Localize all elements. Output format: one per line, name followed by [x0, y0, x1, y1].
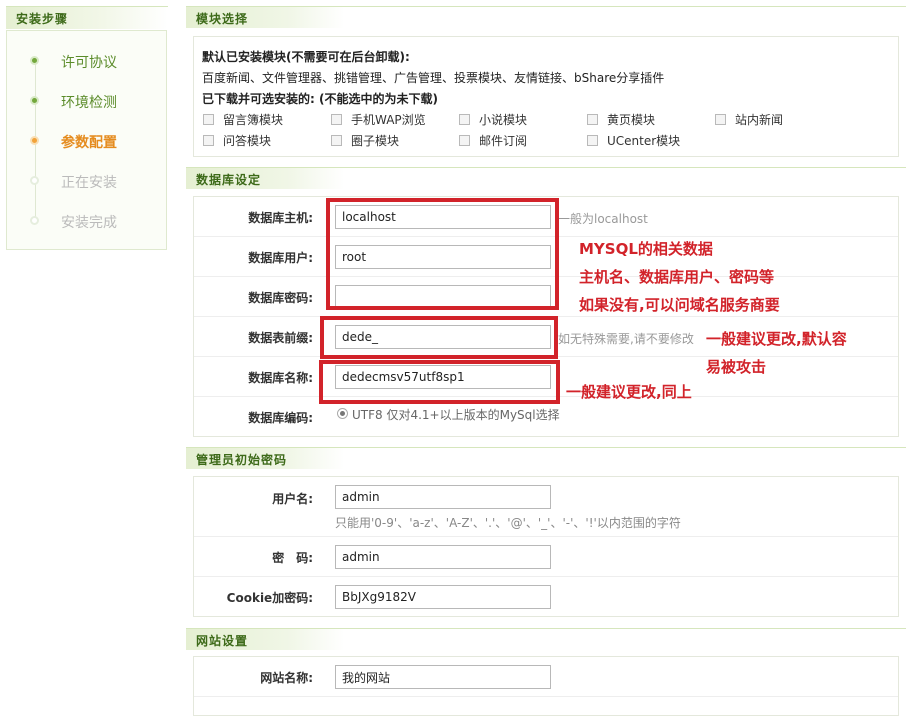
utf8-radio-label: UTF8 仅对4.1+以上版本的MySql选择: [352, 408, 560, 422]
annotation-mysql-line3: 如果没有,可以问域名服务商要: [579, 296, 780, 314]
step-done-icon: [30, 96, 39, 105]
site-name-label: 网站名称:: [260, 671, 313, 685]
admin-password-row: 密 码:: [194, 537, 898, 577]
steps-title: 安装步骤: [16, 12, 69, 26]
annotation-box-prefix: [320, 316, 558, 359]
step-current-icon: [30, 136, 39, 145]
site-name-input[interactable]: [335, 665, 551, 689]
db-host-hint: 一般为localhost: [558, 212, 648, 226]
installed-heading: 默认已安装模块(不需要可在后台卸载):: [202, 50, 410, 64]
annotation-prefix-line2: 易被攻击: [706, 358, 767, 376]
section-header-database: 数据库设定: [186, 167, 906, 189]
admin-username-hint: 只能用'0-9'、'a-z'、'A-Z'、'.'、'@'、'_'、'-'、'!'…: [335, 516, 681, 530]
steps-header: 安装步骤: [6, 6, 168, 29]
db-password-label: 数据库密码:: [248, 291, 313, 305]
site-name-row: 网站名称:: [194, 657, 898, 697]
db-host-label: 数据库主机:: [248, 211, 313, 225]
cookie-key-row: Cookie加密码:: [194, 577, 898, 617]
section-header-modules: 模块选择: [186, 6, 906, 28]
db-charset-label: 数据库编码:: [248, 411, 313, 425]
db-user-label: 数据库用户:: [248, 251, 313, 265]
modules-panel: 默认已安装模块(不需要可在后台卸载): 百度新闻、文件管理器、挑错管理、广告管理…: [193, 36, 899, 157]
section-title: 网站设置: [196, 634, 249, 648]
step-license: 许可协议: [7, 51, 167, 71]
cookie-key-input[interactable]: [335, 585, 551, 609]
admin-password-input[interactable]: [335, 545, 551, 569]
annotation-mysql-line1: MYSQL的相关数据: [579, 240, 713, 258]
step-label: 环境检测: [61, 95, 117, 111]
step-pending-icon: [30, 216, 39, 225]
admin-username-row: 用户名: 只能用'0-9'、'a-z'、'A-Z'、'.'、'@'、'_'、'-…: [194, 477, 898, 537]
steps-panel: 许可协议 环境检测 参数配置 正在安装 安装完成: [6, 30, 167, 250]
checkbox-icon: [331, 135, 342, 146]
annotation-dbname: 一般建议更改,同上: [566, 383, 692, 401]
section-header-admin: 管理员初始密码: [186, 447, 906, 469]
db-name-label: 数据库名称:: [248, 371, 313, 385]
step-env-check: 环境检测: [7, 91, 167, 111]
checkbox-icon: [331, 114, 342, 125]
checkbox-icon: [459, 114, 470, 125]
section-title: 模块选择: [196, 12, 249, 26]
checkbox-icon: [459, 135, 470, 146]
step-label: 正在安装: [61, 175, 117, 191]
checkbox-icon: [587, 135, 598, 146]
section-title: 数据库设定: [196, 173, 262, 187]
annotation-mysql-line2: 主机名、数据库用户、密码等: [579, 268, 775, 286]
checkbox-icon: [203, 114, 214, 125]
step-label: 许可协议: [61, 55, 117, 71]
admin-panel: 用户名: 只能用'0-9'、'a-z'、'A-Z'、'.'、'@'、'_'、'-…: [193, 476, 899, 617]
step-pending-icon: [30, 176, 39, 185]
checkbox-icon: [715, 114, 726, 125]
annotation-prefix-line1: 一般建议更改,默认容: [706, 330, 847, 348]
checkbox-icon: [203, 135, 214, 146]
section-header-site: 网站设置: [186, 628, 906, 650]
optional-heading: 已下载并可选安装的: (不能选中的为未下载): [202, 92, 438, 106]
step-done-icon: [30, 56, 39, 65]
step-label: 安装完成: [61, 215, 117, 231]
admin-username-label: 用户名:: [272, 492, 313, 506]
annotation-box-dbname: [319, 360, 560, 404]
db-prefix-hint: 如无特殊需要,请不要修改: [558, 332, 694, 346]
site-panel: 网站名称:: [193, 656, 899, 716]
db-prefix-label: 数据表前缀:: [248, 331, 313, 345]
step-installing: 正在安装: [7, 171, 167, 191]
utf8-radio[interactable]: [337, 408, 348, 419]
installed-list: 百度新闻、文件管理器、挑错管理、广告管理、投票模块、友情链接、bShare分享插…: [202, 71, 665, 85]
checkbox-icon: [587, 114, 598, 125]
cookie-key-label: Cookie加密码:: [226, 591, 313, 605]
admin-password-label: 密 码:: [272, 551, 313, 565]
admin-username-input[interactable]: [335, 485, 551, 509]
annotation-box-mysql: [326, 198, 559, 310]
section-title: 管理员初始密码: [196, 453, 288, 467]
step-label: 参数配置: [61, 135, 117, 151]
step-complete: 安装完成: [7, 211, 167, 231]
step-config: 参数配置: [7, 131, 167, 151]
